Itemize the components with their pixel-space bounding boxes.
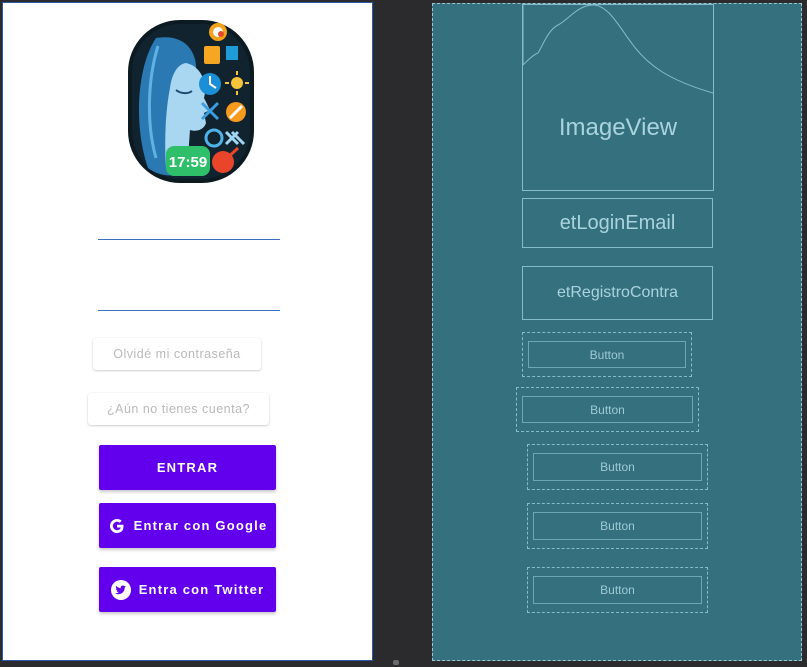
twitter-bird-icon (110, 579, 131, 600)
twitter-button-label: Entra con Twitter (138, 582, 265, 597)
blueprint-button-forgot[interactable]: Button (522, 332, 692, 377)
email-field[interactable] (98, 239, 280, 240)
blueprint-button-twitter[interactable]: Button (527, 567, 708, 613)
blueprint-button-google[interactable]: Button (527, 503, 708, 549)
imageview-label: ImageView (558, 113, 678, 141)
google-g-icon (108, 517, 126, 535)
resize-handle[interactable] (393, 660, 399, 665)
forgot-password-button[interactable]: Olvidé mi contraseña (93, 338, 261, 370)
blueprint-button-label: Button (533, 576, 702, 604)
blueprint-imageview[interactable]: ImageView (522, 4, 714, 191)
blueprint-button-label: Button (533, 512, 702, 540)
google-button-label: Entrar con Google (133, 518, 268, 533)
blueprint-surface: ImageView etLoginEmail etRegistroContra … (432, 3, 802, 661)
blueprint-email-field[interactable]: etLoginEmail (522, 198, 713, 248)
blueprint-button-login[interactable]: Button (527, 444, 708, 490)
svg-text:17:59: 17:59 (169, 154, 207, 171)
password-field[interactable] (98, 310, 280, 311)
register-link-button[interactable]: ¿Aún no tienes cuenta? (88, 393, 269, 425)
design-surface: 17:59 Olvidé mi contraseña ¿Aún no tiene… (2, 2, 373, 661)
login-button-label: ENTRAR (156, 460, 219, 475)
blueprint-button-label: Button (528, 341, 686, 368)
login-button[interactable]: ENTRAR (99, 445, 276, 490)
blueprint-password-field[interactable]: etRegistroContra (522, 266, 713, 320)
google-login-button[interactable]: Entrar con Google (99, 503, 276, 548)
app-logo: 17:59 (128, 20, 254, 183)
imageview-outline-preview (523, 5, 713, 94)
twitter-login-button[interactable]: Entra con Twitter (99, 567, 276, 612)
blueprint-button-label: Button (533, 453, 702, 481)
blueprint-button-label: Button (522, 396, 693, 423)
blueprint-button-register[interactable]: Button (516, 387, 699, 432)
